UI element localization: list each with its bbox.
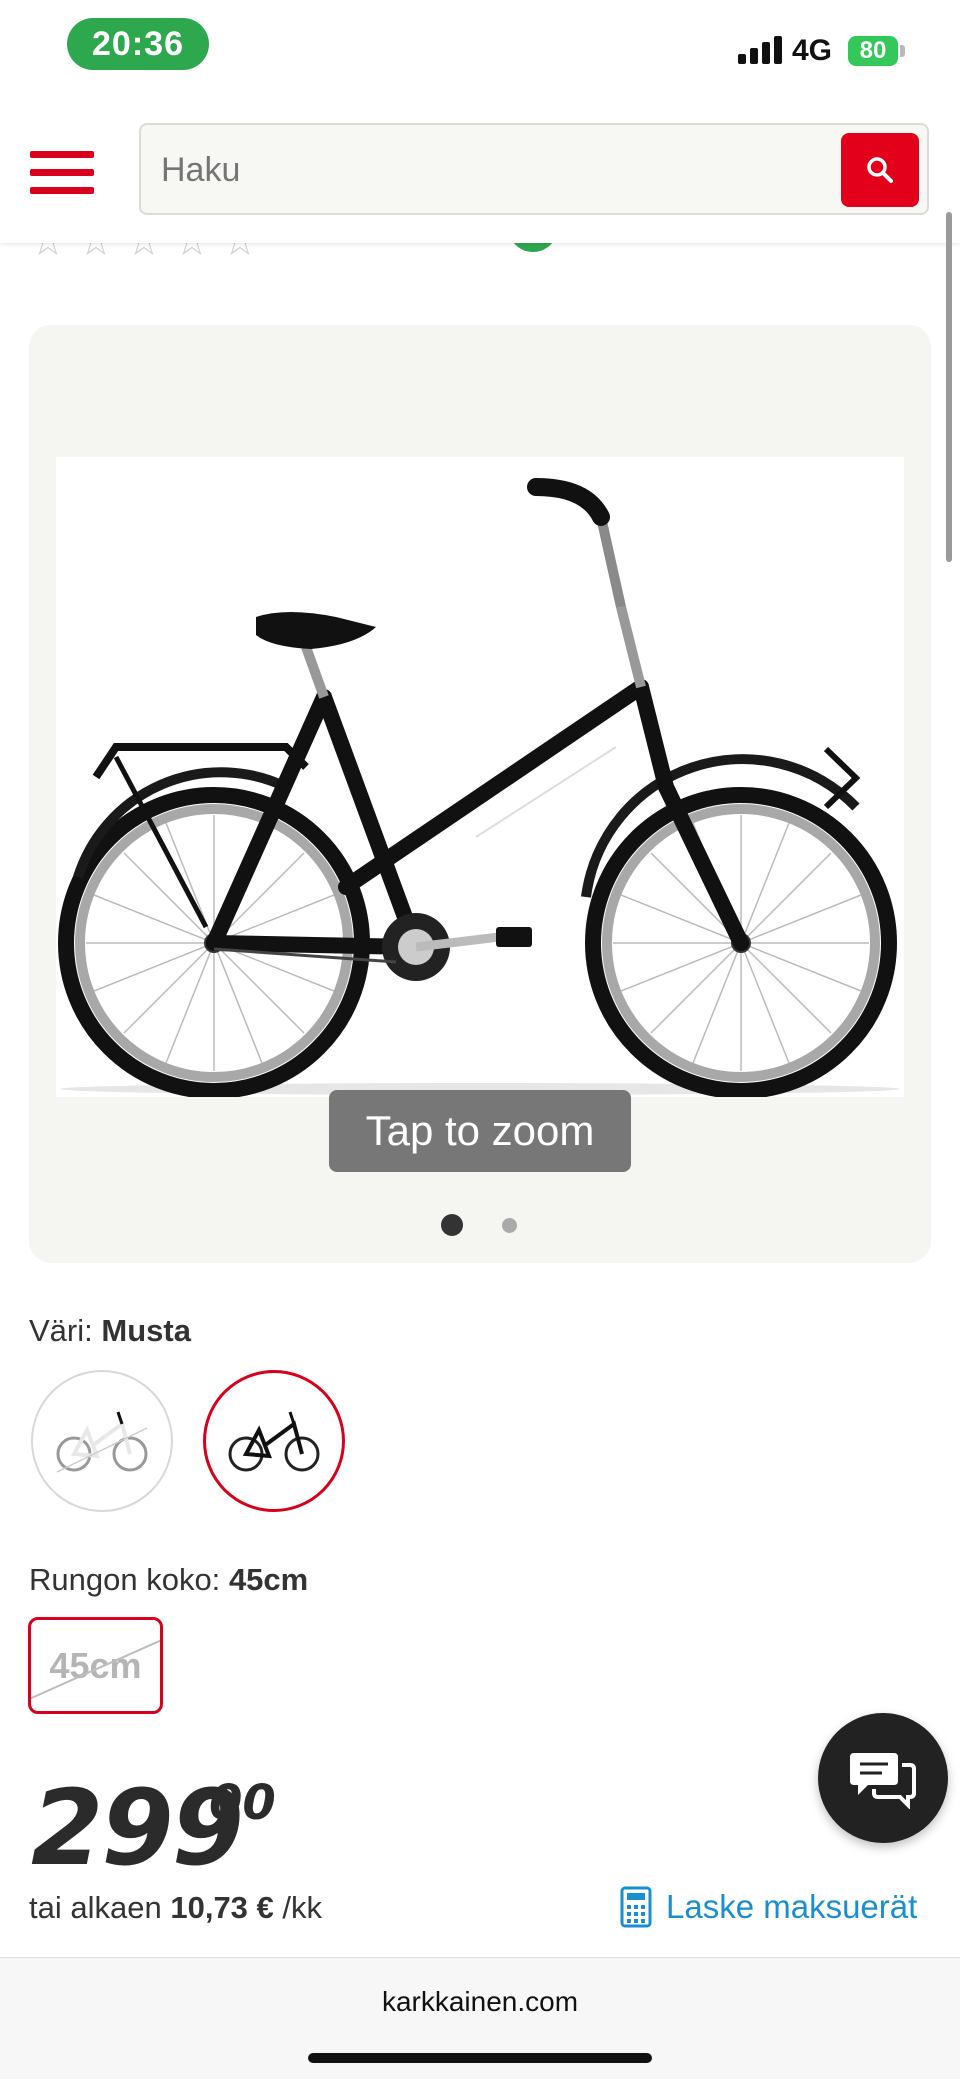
hamburger-menu-icon[interactable] (30, 151, 96, 195)
frame-size-option-label: 45cm (49, 1644, 142, 1686)
chat-bubbles-icon (850, 1753, 916, 1809)
installment-amount: 10,73 € (170, 1890, 274, 1925)
color-value: Musta (101, 1313, 191, 1348)
installment-suffix: /kk (282, 1890, 323, 1925)
gallery-dot-active[interactable] (441, 1214, 463, 1236)
battery-icon: 80 (848, 36, 898, 66)
frame-brand-label: TUNTURI (449, 813, 518, 866)
calculator-icon (620, 1886, 652, 1928)
price-decimals: 00 (209, 1775, 276, 1831)
product-gallery[interactable]: TUNTURI Tap to zoom (29, 325, 931, 1263)
chat-button[interactable] (818, 1713, 948, 1843)
frame-size-label-text: Rungon koko: (29, 1562, 221, 1597)
site-header (0, 95, 960, 243)
next-image-chevron-icon[interactable] (818, 743, 864, 813)
home-indicator (308, 2053, 652, 2063)
black-bicycle-thumbnail (228, 1411, 320, 1472)
page-scrollbar[interactable] (946, 212, 952, 562)
browser-domain[interactable]: karkkainen.com (0, 1986, 960, 2018)
search-bar (139, 123, 929, 215)
cellular-signal-icon (738, 36, 782, 64)
battery-tip (900, 45, 905, 57)
frame-size-value: 45cm (228, 1562, 309, 1597)
installment-info: tai alkaen 10,73 € /kk (29, 1890, 322, 1926)
tap-to-zoom-button[interactable]: Tap to zoom (329, 1090, 631, 1172)
browser-address-bar[interactable]: karkkainen.com (0, 1957, 960, 2079)
color-label: Väri: Musta (29, 1313, 191, 1349)
product-image[interactable]: TUNTURI (56, 457, 904, 1097)
installment-calculator-link[interactable]: Laske maksuerät (620, 1886, 917, 1928)
search-input[interactable] (159, 139, 763, 201)
white-bicycle-thumbnail (56, 1411, 148, 1473)
color-swatch-black[interactable] (203, 1370, 345, 1512)
network-type: 4G (792, 34, 833, 67)
bicycle-image: TUNTURI (58, 478, 900, 1097)
search-icon (867, 157, 893, 183)
status-time: 20:36 (67, 18, 209, 70)
product-price: 299 00 (31, 1767, 276, 1889)
gallery-dot[interactable] (502, 1218, 517, 1233)
color-label-text: Väri: (29, 1313, 93, 1348)
frame-size-option-45cm[interactable]: 45cm (28, 1617, 163, 1714)
installment-prefix: tai alkaen (29, 1890, 162, 1925)
installment-calculator-label: Laske maksuerät (666, 1888, 918, 1925)
search-button[interactable] (841, 133, 919, 207)
color-swatch-white[interactable] (31, 1370, 173, 1512)
frame-size-label: Rungon koko: 45cm (29, 1562, 308, 1598)
status-bar: 20:36 4G 80 (0, 0, 960, 95)
